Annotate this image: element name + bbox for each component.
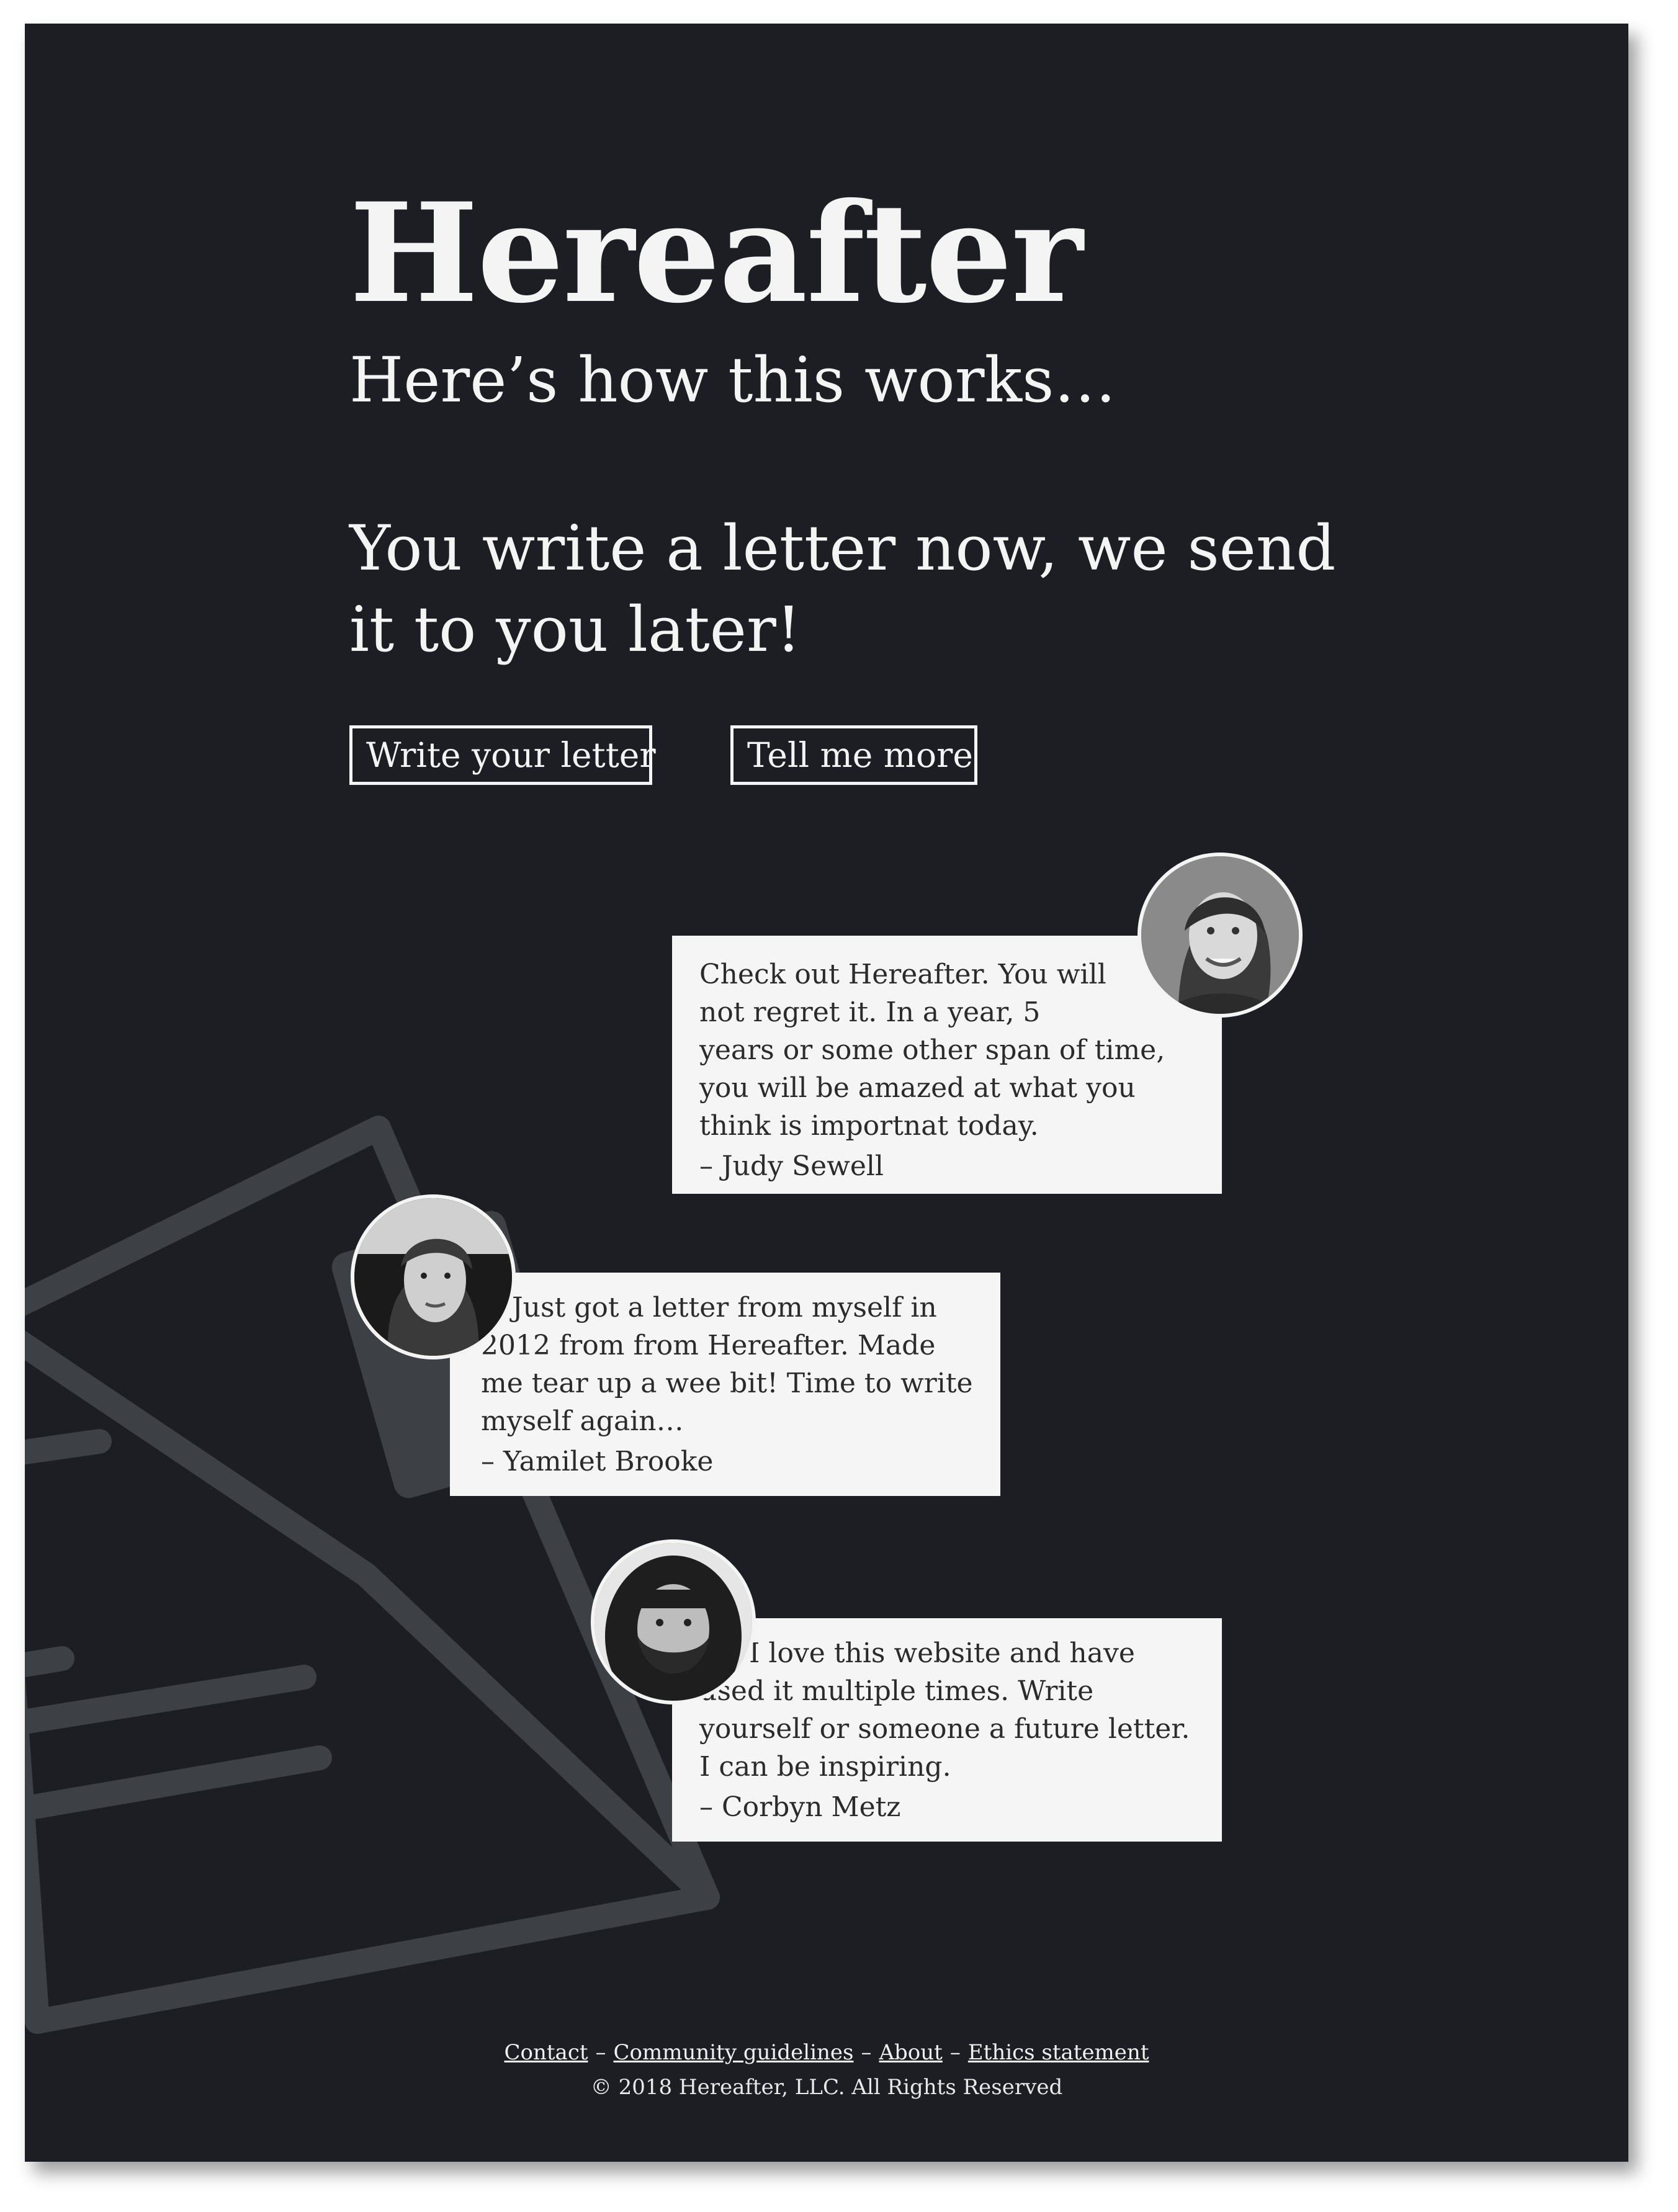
testimonial-card: I love this website and have used it mul… [672,1618,1222,1842]
avatar-corbyn-metz [591,1539,756,1704]
testimonial-quote: I love this website and have used it mul… [699,1637,1190,1783]
footer-links: Contact – Community guidelines – About – Ethic… [25,2035,1628,2070]
footer-separator: – [861,2040,872,2065]
avatar-photo [1141,856,1299,1014]
avatar-judy-sewell [1137,853,1303,1018]
tagline-line-2: it to you later! [349,593,801,666]
footer-link-community-guidelines[interactable]: Community guidelines [614,2040,854,2065]
tagline-line-1: You write a letter now, we send [349,512,1336,584]
footer-separator: – [595,2040,606,2065]
footer-link-about[interactable]: About [879,2040,942,2065]
testimonial-quote: Just got a letter from myself in 2012 fr… [481,1292,973,1437]
tagline: You write a letter now, we send it to you… [349,508,1367,670]
footer-link-ethics-statement[interactable]: Ethics statement [968,2040,1149,2065]
avatar-yamilet-brooke [351,1194,516,1359]
hero: Hereafter Here’s how this works… You wri… [349,185,1367,670]
avatar-photo [354,1198,512,1356]
page-title: Hereafter [349,172,1083,333]
testimonial-author: – Yamilet Brooke [481,1446,714,1477]
copyright: © 2018 Hereafter, LLC. All Rights Reserv… [590,2075,1063,2100]
testimonial-card: Just got a letter from myself in 2012 fr… [450,1273,1000,1496]
page: Hereafter Here’s how this works… You wri… [25,24,1628,2162]
testimonial-author: – Corbyn Metz [699,1791,901,1823]
footer-separator: – [949,2040,961,2065]
write-letter-button[interactable]: Write your letter [349,725,656,785]
testimonial-card: Check out Hereafter. You will not regret… [672,936,1222,1194]
avatar-photo [594,1543,752,1701]
footer: Contact – Community guidelines – About – Ethic… [25,2035,1628,2105]
page-subtitle: Here’s how this works… [349,344,1116,416]
tell-me-more-button[interactable]: Tell me more [730,725,977,785]
footer-link-contact[interactable]: Contact [505,2040,588,2065]
testimonial-author: – Judy Sewell [699,1150,884,1182]
